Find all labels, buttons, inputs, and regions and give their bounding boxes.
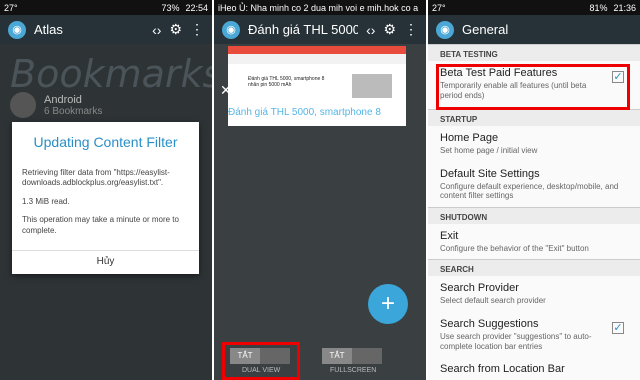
cancel-button[interactable]: Hủy [12,250,199,274]
folder-count: 6 Bookmarks [44,105,103,117]
tab-label: Đánh giá THL 5000, smartphone 8 [228,107,381,118]
update-filter-dialog: Updating Content Filter Retrieving filte… [12,122,199,274]
battery-level: 81% [589,2,608,13]
code-icon[interactable]: ‹› [152,22,161,38]
section-beta-testing: BETA TESTING [428,44,640,61]
folder-name: Android [44,93,82,106]
thumb-header [228,46,406,54]
setting-title: Search from Location Bar [440,363,565,376]
status-bar: iHeo Ủ: Nha minh co 2 dua mih voi e mih.… [214,0,426,15]
dialog-message: Retrieving filter data from "https://eas… [22,168,170,188]
highlight-box [222,342,300,380]
setting-desc: Set home page / initial view [440,146,538,155]
setting-desc: Use search provider "suggestions" to aut… [440,331,592,351]
search-location-setting[interactable]: Search from Location Bar [428,357,640,380]
battery-level: 73% [161,2,180,13]
atlas-logo-icon: ◉ [8,20,26,39]
section-startup: STARTUP [428,109,640,126]
toggle-state: TẮT [322,348,352,364]
section-shutdown: SHUTDOWN [428,206,640,224]
setting-title: Home Page [440,132,499,144]
home-page-setting[interactable]: Home Page Set home page / initial view [428,126,640,162]
overflow-menu-icon[interactable]: ⋮ [190,21,204,38]
thumb-headline: Đánh giá THL 5000, smartphone 8 nhân pin… [248,76,325,88]
code-icon[interactable]: ‹› [366,22,375,38]
folder-icon [10,92,36,118]
dialog-progress: 1.3 MiB read. [22,196,70,206]
gear-icon[interactable]: ⚙ [383,21,396,38]
fullscreen-label: FULLSCREEN [330,367,377,374]
gear-icon[interactable]: ⚙ [169,21,182,38]
default-site-setting[interactable]: Default Site Settings Configure default … [428,162,640,207]
setting-desc: Select default search provider [440,296,546,306]
setting-title: Search Suggestions [440,317,539,330]
tabs-screen: iHeo Ủ: Nha minh co 2 dua mih voi e mih.… [214,0,426,380]
status-bar: 27° 81% 21:36 [428,0,640,15]
app-bar: ◉ Atlas ‹› ⚙ ⋮ [0,15,212,44]
highlight-box [436,64,630,110]
setting-desc: Configure default experience, desktop/mo… [440,181,619,201]
section-search: SEARCH [428,259,640,277]
overflow-menu-icon[interactable]: ⋮ [404,21,418,38]
app-title: Atlas [34,22,63,37]
exit-setting[interactable]: Exit Configure the behavior of the "Exit… [428,224,640,260]
setting-title: Search Provider [440,282,519,295]
bookmark-folder[interactable]: Android 6 Bookmarks [10,92,102,118]
app-bar: ◉ General [428,15,640,44]
general-settings-screen: 27° 81% 21:36 ◉ General BETA TESTING Bet… [428,0,640,380]
close-icon[interactable]: ✕ [220,82,232,99]
app-bar: ◉ Đánh giá THL 5000 ‹› ⚙ ⋮ [214,15,426,44]
clock: 21:36 [613,2,636,13]
suggestions-checkbox[interactable]: ✓ [612,321,624,334]
atlas-logo-icon[interactable]: ◉ [436,20,454,39]
status-bar: 27° 73% 22:54 [0,0,212,15]
temperature: 27° [432,2,446,13]
setting-title: Exit [440,229,459,242]
bookmarks-heading: Bookmarks [10,52,212,96]
setting-title: Default Site Settings [440,167,540,180]
fullscreen-toggle[interactable]: TẮT [322,348,382,364]
thumb-image [352,74,392,98]
clock: 22:54 [185,2,208,13]
new-tab-button[interactable]: + [368,284,408,324]
notification-text: iHeo Ủ: Nha minh co 2 dua mih voi e mih.… [218,2,419,13]
page-title: General [462,22,509,37]
atlas-logo-icon: ◉ [222,20,240,39]
search-suggestions-setting[interactable]: Search Suggestions Use search provider "… [428,312,640,357]
thumb-nav [228,54,406,64]
dialog-title: Updating Content Filter [33,134,178,150]
dialog-note: This operation may take a minute or more… [22,215,179,235]
tab-title: Đánh giá THL 5000 [248,22,359,37]
setting-desc: Configure the behavior of the "Exit" but… [440,243,589,253]
atlas-bookmarks-screen: 27° 73% 22:54 ◉ Atlas ‹› ⚙ ⋮ Bookmarks A… [0,0,212,380]
search-provider-setting[interactable]: Search Provider Select default search pr… [428,276,640,312]
temperature: 27° [4,2,18,13]
